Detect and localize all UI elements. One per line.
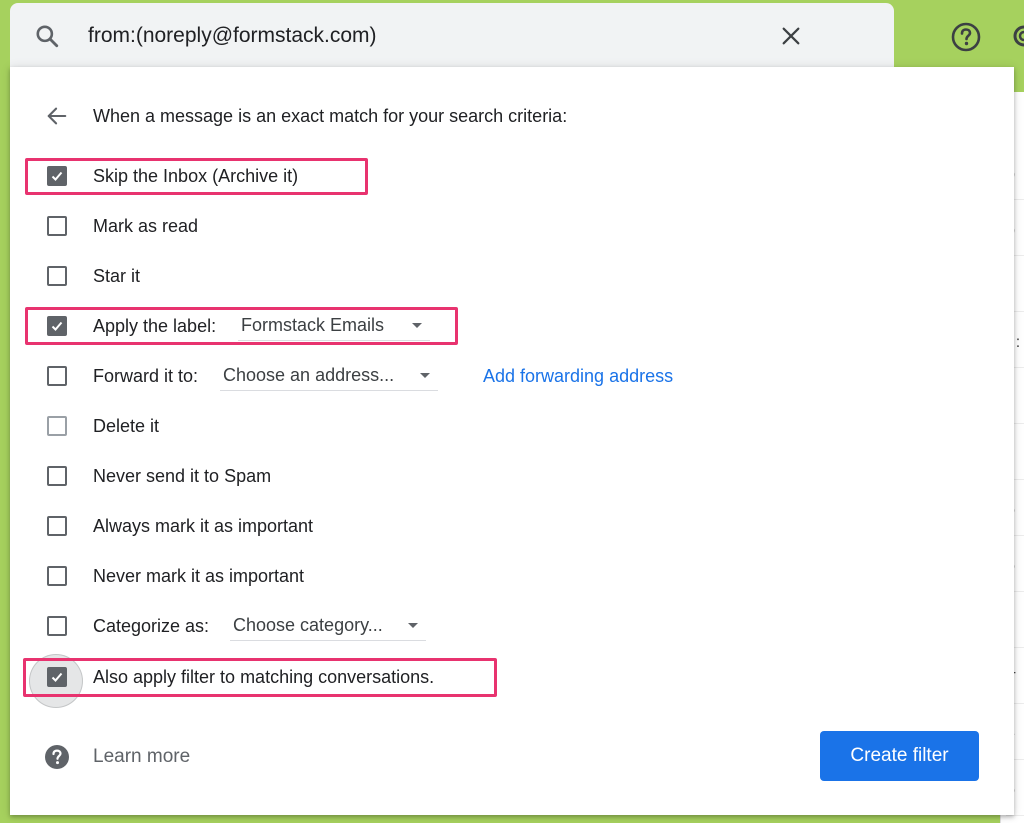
- arrow-left-icon[interactable]: [46, 105, 68, 127]
- create-filter-button[interactable]: Create filter: [820, 731, 979, 781]
- criteria-heading: When a message is an exact match for you…: [93, 106, 568, 126]
- option-apply-to-matching: Also apply filter to matching conversati…: [10, 658, 990, 698]
- option-label: Also apply filter to matching conversati…: [93, 667, 435, 687]
- option-never-spam: Never send it to Spam: [10, 457, 990, 497]
- option-label: Apply the label:: [93, 316, 217, 336]
- option-delete-it: Delete it: [10, 407, 990, 447]
- caret-down-icon: [412, 323, 422, 328]
- forward-address-select-value: Choose an address...: [223, 365, 395, 385]
- learn-more-link[interactable]: Learn more: [93, 744, 190, 770]
- never-spam-checkbox[interactable]: [47, 466, 67, 486]
- option-label: Forward it to:: [93, 366, 199, 386]
- delete-it-checkbox[interactable]: [47, 416, 67, 436]
- option-label: Delete it: [93, 416, 160, 436]
- label-select[interactable]: Formstack Emails: [238, 311, 430, 341]
- mark-as-read-checkbox[interactable]: [47, 216, 67, 236]
- close-icon[interactable]: [780, 25, 802, 47]
- option-label: Never mark it as important: [93, 566, 305, 586]
- forward-to-checkbox[interactable]: [47, 366, 67, 386]
- option-always-important: Always mark it as important: [10, 507, 990, 547]
- option-label: Mark as read: [93, 216, 199, 236]
- filter-options-panel: When a message is an exact match for you…: [10, 67, 1014, 815]
- option-never-important: Never mark it as important: [10, 557, 990, 597]
- option-apply-label: Apply the label: Formstack Emails: [10, 307, 990, 347]
- option-categorize: Categorize as: Choose category...: [10, 607, 990, 647]
- label-select-value: Formstack Emails: [241, 315, 385, 335]
- search-icon[interactable]: [34, 23, 60, 49]
- check-icon: [51, 321, 63, 331]
- option-label: Never send it to Spam: [93, 466, 272, 486]
- search-input[interactable]: from:(noreply@formstack.com): [88, 21, 377, 51]
- star-it-checkbox[interactable]: [47, 266, 67, 286]
- gear-icon[interactable]: [1008, 20, 1024, 52]
- skip-inbox-checkbox[interactable]: [47, 166, 67, 186]
- never-important-checkbox[interactable]: [47, 566, 67, 586]
- option-mark-as-read: Mark as read: [10, 207, 990, 247]
- help-circle-icon: [44, 744, 70, 770]
- check-icon: [51, 672, 63, 682]
- option-label: Always mark it as important: [93, 516, 314, 536]
- option-label: Star it: [93, 266, 141, 286]
- caret-down-icon: [408, 623, 418, 628]
- categorize-checkbox[interactable]: [47, 616, 67, 636]
- apply-to-matching-checkbox[interactable]: [47, 667, 67, 687]
- forward-address-select[interactable]: Choose an address...: [220, 361, 438, 391]
- always-important-checkbox[interactable]: [47, 516, 67, 536]
- help-circle-icon[interactable]: [950, 21, 982, 53]
- category-select[interactable]: Choose category...: [230, 611, 426, 641]
- search-bar[interactable]: from:(noreply@formstack.com): [10, 3, 894, 67]
- option-label: Categorize as:: [93, 616, 210, 636]
- option-skip-inbox: Skip the Inbox (Archive it): [10, 157, 990, 197]
- option-label: Skip the Inbox (Archive it): [93, 166, 299, 186]
- option-forward-to: Forward it to: Choose an address... Add …: [10, 357, 990, 397]
- option-star-it: Star it: [10, 257, 990, 297]
- category-select-value: Choose category...: [233, 615, 383, 635]
- caret-down-icon: [420, 373, 430, 378]
- add-forwarding-address-link[interactable]: Add forwarding address: [483, 364, 673, 388]
- check-icon: [51, 171, 63, 181]
- apply-label-checkbox[interactable]: [47, 316, 67, 336]
